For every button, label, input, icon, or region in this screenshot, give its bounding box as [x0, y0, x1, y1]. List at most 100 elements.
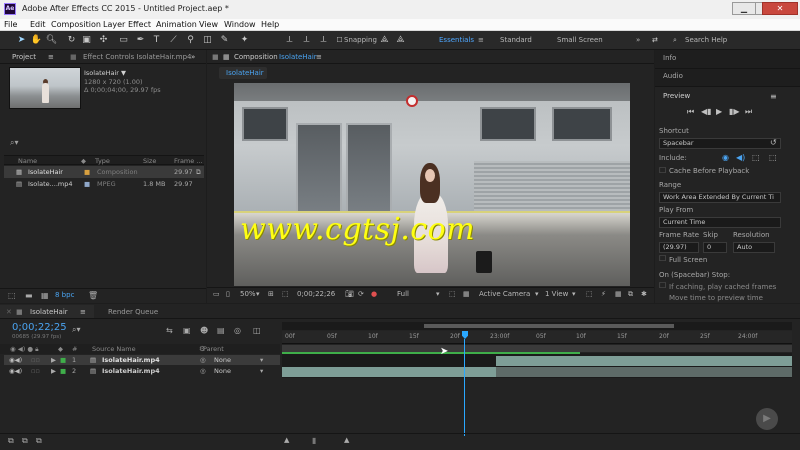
col-frame-rate[interactable]: Frame ...: [174, 157, 203, 165]
col-parent[interactable]: Parent: [203, 345, 224, 354]
resolution-dropdown[interactable]: Full: [397, 289, 409, 300]
comp-subtab[interactable]: IsolateHair: [226, 69, 264, 78]
layer-label-color[interactable]: ■: [60, 356, 66, 364]
selected-item-name[interactable]: IsolateHair ▼: [84, 69, 126, 77]
composition-viewer[interactable]: [234, 83, 630, 286]
close-button[interactable]: ✕: [762, 2, 798, 15]
preview-menu-icon[interactable]: ≡: [770, 92, 777, 102]
draft-3d-icon[interactable]: ▣: [183, 326, 191, 335]
delete-icon[interactable]: 🗑︎: [88, 291, 98, 300]
zoom-dropdown[interactable]: 50%: [240, 289, 256, 300]
tab-composition-name[interactable]: IsolateHair: [279, 53, 317, 62]
workspace-standard[interactable]: Standard: [500, 36, 532, 45]
parent-dropdown-arrow-icon[interactable]: ▾: [260, 356, 263, 364]
workspace-small-screen[interactable]: Small Screen: [557, 36, 603, 45]
fast-previews-icon[interactable]: ⚡︎: [601, 289, 606, 300]
menu-animation[interactable]: Animation: [156, 20, 197, 30]
search-help-input[interactable]: Search Help: [685, 36, 727, 45]
comp-menu-icon[interactable]: ≡: [316, 53, 322, 62]
view-axis-icon[interactable]: ⟂: [317, 34, 330, 47]
comp-current-time[interactable]: 0;00;22;26: [297, 289, 335, 300]
local-axis-icon[interactable]: ⟂: [283, 34, 296, 47]
skip-dropdown[interactable]: 0: [703, 242, 727, 253]
hand-tool-icon[interactable]: ✋: [30, 34, 43, 47]
snapping-label[interactable]: Snapping: [344, 36, 377, 45]
transfer-controls-toggle-icon[interactable]: ⧉: [22, 436, 28, 446]
layer-row-2[interactable]: ◉◀) ▫▫ ▶ ■ 2 ▤ IsolateHair.mp4 ◎ None ▾: [4, 366, 280, 376]
always-preview-icon[interactable]: ▭: [213, 289, 220, 300]
parent-dropdown-arrow-icon[interactable]: ▾: [260, 367, 263, 375]
layer-2-bar-extended[interactable]: [496, 367, 792, 377]
channel-icon[interactable]: ●: [371, 289, 377, 300]
first-frame-icon[interactable]: ⏮: [687, 107, 694, 117]
menu-edit[interactable]: Edit: [30, 20, 46, 30]
menu-window[interactable]: Window: [224, 20, 256, 30]
new-folder-icon[interactable]: ▬: [25, 291, 33, 300]
film-icon[interactable]: ▯: [226, 289, 230, 300]
workspace-overflow-icon[interactable]: »: [636, 36, 640, 45]
tab-preview[interactable]: Preview: [663, 92, 690, 101]
menu-composition[interactable]: Composition: [51, 20, 101, 30]
snapshot-icon[interactable]: 📷︎: [345, 289, 354, 300]
sync-settings-icon[interactable]: ⇄: [652, 36, 658, 45]
timeline-menu-icon[interactable]: ≡: [80, 308, 86, 317]
play-icon[interactable]: ▶: [716, 107, 722, 117]
layer-name[interactable]: IsolateHair.mp4: [102, 367, 160, 375]
include-layer-controls-icon[interactable]: ⬚: [769, 153, 777, 163]
include-overlays-icon[interactable]: ⬚: [752, 153, 760, 163]
include-video-icon[interactable]: ◉: [722, 153, 729, 163]
selection-tool-icon[interactable]: ➤: [15, 34, 28, 47]
camera-view-dropdown[interactable]: Active Camera: [479, 289, 530, 300]
project-overflow-icon[interactable]: »: [191, 53, 195, 62]
menu-help[interactable]: Help: [261, 20, 279, 30]
resolution-dropdown-preview[interactable]: Auto: [733, 242, 775, 253]
pickwhip-icon[interactable]: ◎: [200, 356, 206, 364]
shortcut-dropdown[interactable]: Spacebar: [659, 138, 781, 149]
tab-effect-controls[interactable]: Effect Controls IsolateHair.mp4: [83, 53, 192, 62]
play-from-dropdown[interactable]: Current Time: [659, 217, 781, 228]
view-layout-dropdown[interactable]: 1 View: [545, 289, 568, 300]
snap-options-icon[interactable]: ⟁: [378, 34, 391, 47]
effect-controls-lock-icon[interactable]: ■: [70, 53, 77, 62]
range-dropdown[interactable]: Work Area Extended By Current Ti: [659, 192, 781, 203]
snap-options-2-icon[interactable]: ⟁: [394, 34, 407, 47]
brush-tool-icon[interactable]: ⟋: [167, 34, 180, 47]
zoom-tool-icon[interactable]: 🔍︎: [45, 34, 58, 47]
work-area-bar[interactable]: [282, 345, 792, 352]
play-overlay-icon[interactable]: ▶: [756, 408, 778, 430]
pan-behind-tool-icon[interactable]: ✣: [97, 34, 110, 47]
menu-view[interactable]: View: [199, 20, 218, 30]
tab-timeline-comp[interactable]: IsolateHair: [30, 308, 68, 317]
pickwhip-icon[interactable]: ◎: [200, 367, 206, 375]
menu-effect[interactable]: Effect: [128, 20, 151, 30]
parent-dropdown[interactable]: None: [214, 367, 231, 375]
clone-stamp-tool-icon[interactable]: ⚲: [184, 34, 197, 47]
mask-visibility-icon[interactable]: ⬚: [282, 289, 289, 300]
show-snapshot-icon[interactable]: ⟳: [358, 289, 364, 300]
prev-frame-icon[interactable]: ◀▮: [701, 107, 712, 117]
pen-tool-icon[interactable]: ✒: [134, 34, 147, 47]
resolution-dropdown-arrow-icon[interactable]: ▾: [436, 289, 440, 300]
zoom-in-icon[interactable]: ▲: [344, 436, 349, 444]
timeline-toggle-icon[interactable]: ▦: [615, 289, 622, 300]
frame-blending-icon[interactable]: ▤: [217, 326, 225, 335]
time-navigator-range[interactable]: [424, 324, 674, 328]
timeline-lock-icon[interactable]: ■: [16, 308, 23, 317]
project-search-icon[interactable]: ⌕▾: [10, 138, 19, 148]
world-axis-icon[interactable]: ⟂: [300, 34, 313, 47]
layer-row-1[interactable]: ◉◀) ▫▫ ▶ ■ 1 ▤ IsolateHair.mp4 ◎ None ▾: [4, 355, 280, 365]
layer-visibility-icon[interactable]: ◉◀): [9, 367, 22, 375]
search-icon[interactable]: ⌕: [673, 36, 677, 45]
safe-zones-icon[interactable]: ⊞: [268, 289, 274, 300]
tab-info[interactable]: Info: [663, 54, 676, 63]
last-frame-icon[interactable]: ⏭: [745, 107, 752, 117]
rectangle-tool-icon[interactable]: ▭: [117, 34, 130, 47]
timeline-current-time[interactable]: 0;00;22;25: [12, 322, 67, 334]
timeline-search-icon[interactable]: ⌕▾: [72, 325, 81, 335]
exposure-icon[interactable]: ✱: [641, 289, 647, 300]
comp-lock-icon[interactable]: ■: [212, 53, 219, 62]
next-frame-icon[interactable]: ▮▶: [729, 107, 740, 117]
cache-checkbox[interactable]: ☐: [659, 166, 666, 176]
tab-project[interactable]: Project: [12, 53, 36, 62]
motion-blur-icon[interactable]: ◎: [234, 326, 241, 335]
